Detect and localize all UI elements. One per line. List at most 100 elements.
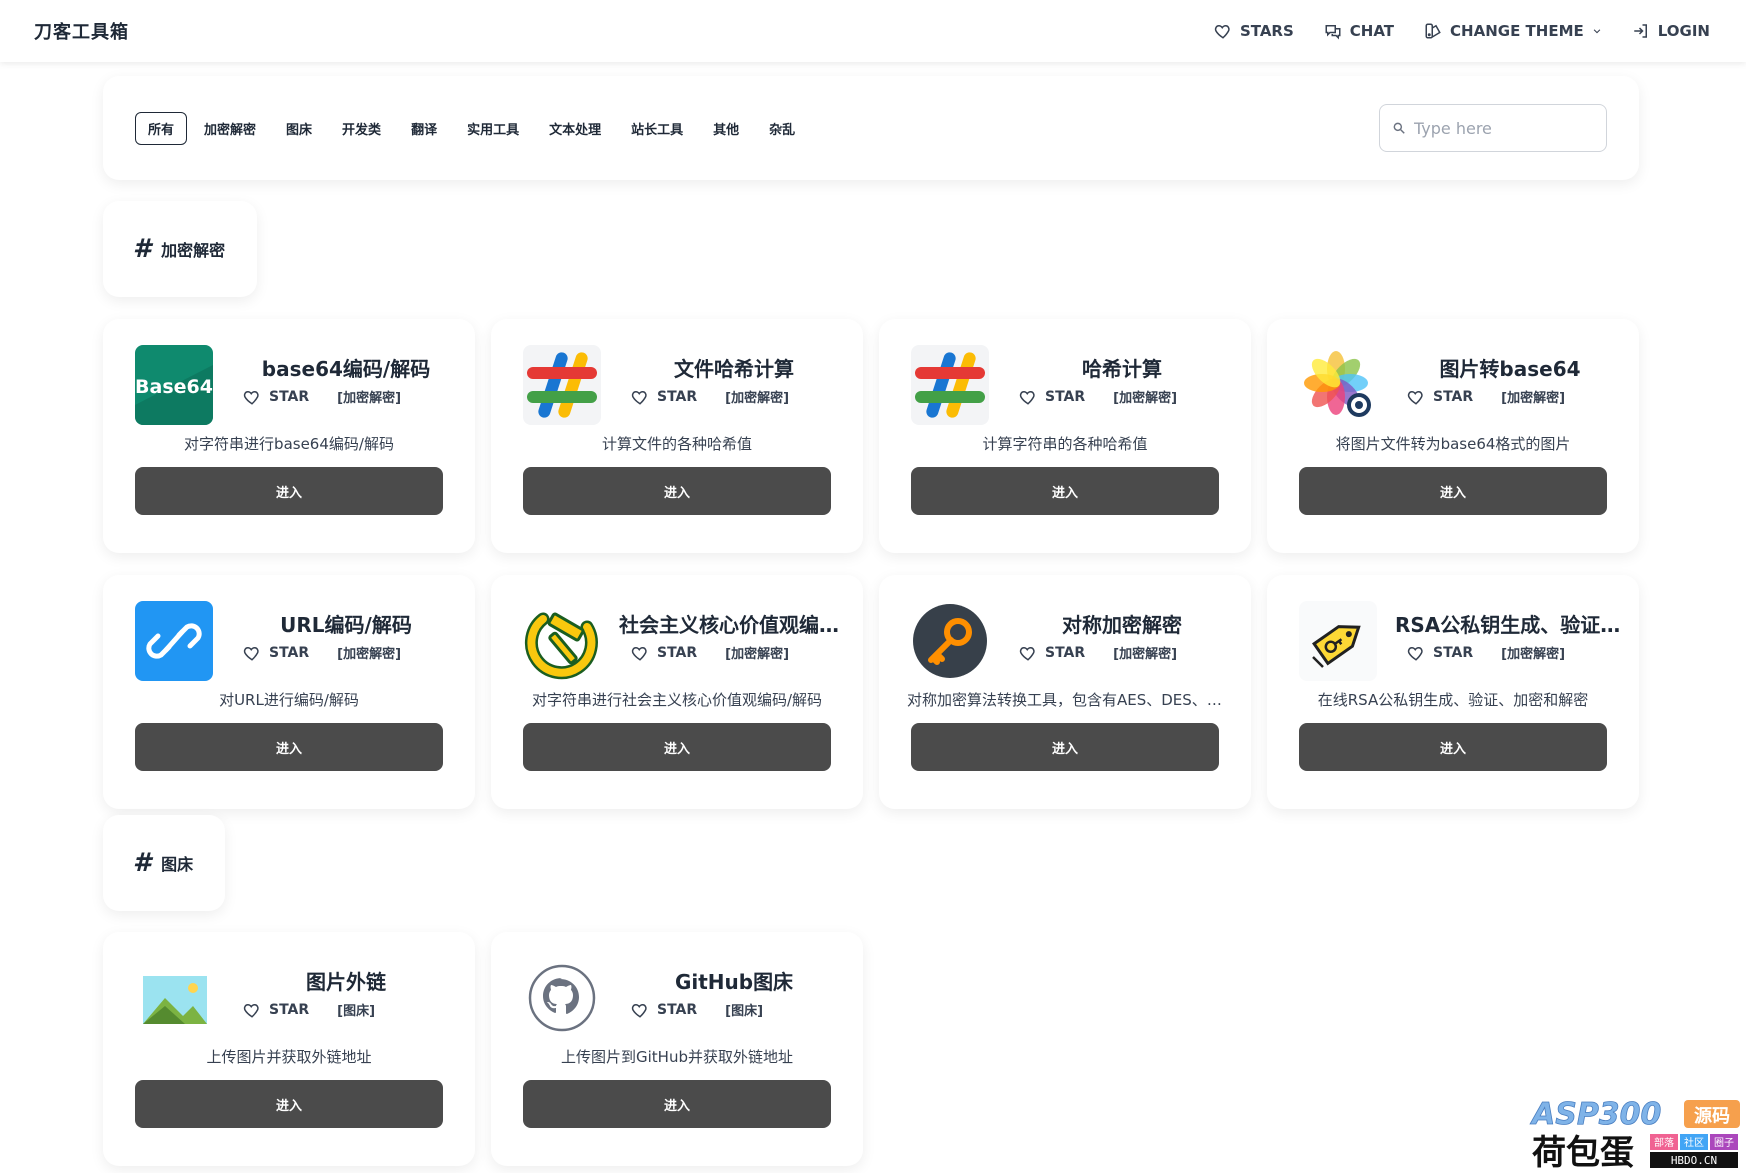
photos-logo-icon	[1299, 345, 1377, 425]
star-button[interactable]: STAR	[243, 388, 309, 406]
star-label: STAR	[657, 388, 698, 405]
tool-description: 对字符串进行社会主义核心价值观编码/解码	[531, 691, 823, 709]
tab-all[interactable]: 所有	[135, 111, 188, 145]
star-button[interactable]: STAR	[1019, 644, 1085, 662]
tool-meta: STAR [加密解密]	[1019, 643, 1177, 662]
tool-description: 计算文件的各种哈希值	[601, 435, 752, 453]
tool-name[interactable]: RSA公私钥生成、验证、加密和解密	[1395, 609, 1625, 638]
section-header-encryption: # 加密解密	[103, 201, 257, 297]
heart-icon	[243, 646, 259, 661]
chevron-down-icon	[1593, 29, 1601, 34]
tool-name[interactable]: 图片外链	[231, 966, 461, 995]
star-button[interactable]: STAR	[243, 644, 309, 662]
star-label: STAR	[1433, 388, 1474, 405]
base64-logo-icon: Base64	[135, 345, 213, 425]
enter-button[interactable]: 进入	[135, 1080, 443, 1128]
tab-utilities[interactable]: 实用工具	[454, 112, 532, 145]
tool-name[interactable]: 图片转base64	[1395, 353, 1625, 382]
tool-card-string-hash: 哈希计算 STAR [加密解密] 计算字符串的各种哈希值 进入	[879, 319, 1251, 553]
search-icon	[1393, 122, 1405, 134]
heart-icon	[1407, 390, 1423, 405]
tool-tag: [加密解密]	[725, 391, 790, 406]
tab-translation[interactable]: 翻译	[398, 112, 450, 145]
tool-tag: [加密解密]	[1501, 647, 1566, 662]
stars-button[interactable]: STARS	[1214, 22, 1294, 40]
star-button[interactable]: STAR	[1407, 388, 1473, 406]
enter-button[interactable]: 进入	[1299, 723, 1607, 771]
tool-card-socialist-values-encode: 社会主义核心价值观编码/解码 STAR [加密解密] 对字符串进行社会主义核心价…	[491, 575, 863, 809]
category-tabs: 所有 加密解密 图床 开发类 翻译 实用工具 文本处理 站长工具 其他 杂乱	[135, 111, 808, 145]
tab-image-hosting[interactable]: 图床	[273, 112, 325, 145]
brand-title[interactable]: 刀客工具箱	[34, 18, 129, 44]
tool-tag: [加密解密]	[1113, 647, 1178, 662]
login-label: LOGIN	[1657, 22, 1710, 40]
watermark-badge: 社区	[1684, 1136, 1704, 1149]
tool-name[interactable]: 对称加密解密	[1007, 609, 1237, 638]
enter-button[interactable]: 进入	[135, 723, 443, 771]
watermark-name: 荷包蛋	[1532, 1133, 1634, 1170]
link-logo-icon	[135, 601, 213, 681]
search-input[interactable]	[1414, 118, 1594, 138]
tool-card-file-hash: 文件哈希计算 STAR [加密解密] 计算文件的各种哈希值 进入	[491, 319, 863, 553]
enter-button[interactable]: 进入	[523, 467, 831, 515]
tool-name[interactable]: 社会主义核心价值观编码/解码	[619, 609, 849, 638]
chat-label: CHAT	[1349, 22, 1395, 40]
tab-development[interactable]: 开发类	[329, 112, 394, 145]
tab-webmaster-tools[interactable]: 站长工具	[618, 112, 696, 145]
tool-name[interactable]: 文件哈希计算	[619, 353, 849, 382]
search-box	[1379, 104, 1607, 152]
tool-name[interactable]: URL编码/解码	[231, 609, 461, 638]
tool-card-rsa: RSA公私钥生成、验证、加密和解密 STAR [加密解密] 在线RSA公私钥生成…	[1267, 575, 1639, 809]
tool-meta: STAR [图床]	[243, 1000, 375, 1019]
tool-name[interactable]: GitHub图床	[619, 966, 849, 995]
heart-icon	[631, 646, 647, 661]
login-button[interactable]: LOGIN	[1632, 22, 1710, 40]
tab-encryption[interactable]: 加密解密	[191, 112, 269, 145]
enter-button[interactable]: 进入	[523, 723, 831, 771]
tab-text-processing[interactable]: 文本处理	[536, 112, 614, 145]
star-label: STAR	[1045, 388, 1086, 405]
tool-card-image-link: 图片外链 STAR [图床] 上传图片并获取外链地址 进入	[103, 932, 475, 1166]
watermark-brand-suffix: 源码	[1694, 1105, 1730, 1127]
change-theme-dropdown[interactable]: CHANGE THEME	[1424, 22, 1602, 40]
star-button[interactable]: STAR	[631, 644, 697, 662]
tool-card-base64: Base64 base64编码/解码 STAR [加密解密] 对字符串进行bas…	[103, 319, 475, 553]
star-label: STAR	[1433, 644, 1474, 661]
enter-button[interactable]: 进入	[135, 467, 443, 515]
star-button[interactable]: STAR	[243, 1001, 309, 1019]
tool-description: 上传图片并获取外链地址	[206, 1048, 372, 1066]
tool-tag: [加密解密]	[1113, 391, 1178, 406]
tool-tag: [图床]	[725, 1004, 764, 1019]
tab-other[interactable]: 其他	[700, 112, 752, 145]
tool-meta: STAR [加密解密]	[243, 643, 401, 662]
heart-icon	[631, 1003, 647, 1018]
enter-button[interactable]: 进入	[911, 467, 1219, 515]
tool-card-image-to-base64: 图片转base64 STAR [加密解密] 将图片文件转为base64格式的图片…	[1267, 319, 1639, 553]
tab-misc[interactable]: 杂乱	[756, 112, 808, 145]
section-title: 图床	[161, 855, 194, 874]
tool-tag: [加密解密]	[725, 647, 790, 662]
tool-name[interactable]: 哈希计算	[1007, 353, 1237, 382]
tool-description: 计算字符串的各种哈希值	[982, 435, 1148, 453]
star-button[interactable]: STAR	[631, 1001, 697, 1019]
tool-description: 上传图片到GitHub并获取外链地址	[561, 1048, 793, 1066]
tool-tag: [加密解密]	[1501, 391, 1566, 406]
nav-actions: STARS CHAT CHANGE THEME LOGIN	[1214, 22, 1710, 40]
watermark-badge: 部落	[1654, 1136, 1674, 1149]
chat-button[interactable]: CHAT	[1324, 22, 1394, 40]
enter-button[interactable]: 进入	[1299, 467, 1607, 515]
star-label: STAR	[657, 1001, 698, 1018]
enter-button[interactable]: 进入	[911, 723, 1219, 771]
tool-tag: [加密解密]	[337, 391, 402, 406]
enter-button[interactable]: 进入	[523, 1080, 831, 1128]
login-icon	[1634, 24, 1647, 38]
landscape-image-logo-icon	[135, 958, 213, 1038]
tool-card-github-image-hosting: GitHub图床 STAR [图床] 上传图片到GitHub并获取外链地址 进入	[491, 932, 863, 1166]
tool-description: 对称加密算法转换工具，包含有AES、DES、RC4、Rabbit、TripleD…	[907, 691, 1223, 709]
star-button[interactable]: STAR	[1019, 388, 1085, 406]
tool-description: 将图片文件转为base64格式的图片	[1335, 435, 1571, 453]
tool-name[interactable]: base64编码/解码	[231, 353, 461, 382]
star-button[interactable]: STAR	[1407, 644, 1473, 662]
key-logo-icon	[911, 601, 989, 681]
star-button[interactable]: STAR	[631, 388, 697, 406]
